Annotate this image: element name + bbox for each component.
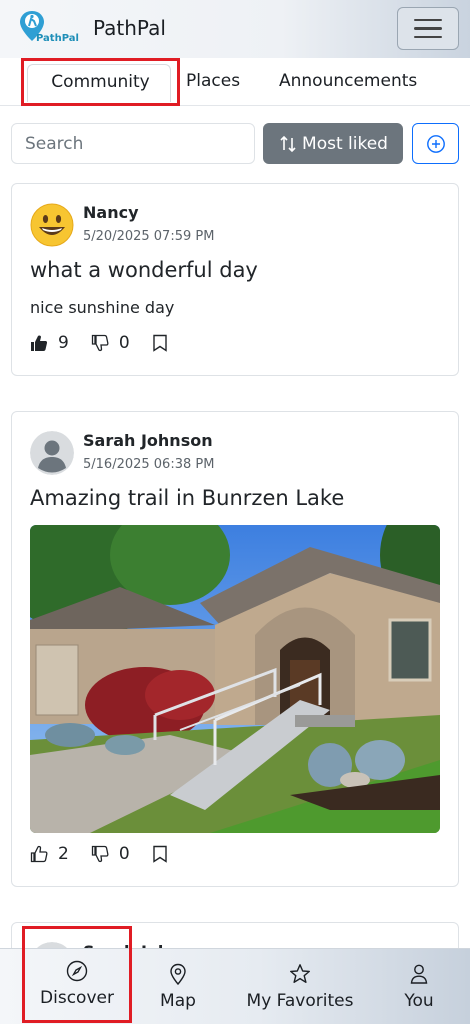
nav-my-favorites[interactable]: My Favorites	[240, 949, 360, 1024]
dislike-button[interactable]: 0	[91, 333, 130, 353]
hamburger-icon	[414, 18, 442, 22]
post-photo[interactable]	[30, 525, 440, 833]
bookmark-icon	[152, 334, 167, 352]
thumbs-up-filled-icon	[31, 335, 48, 351]
bottom-navigation: Discover Map My Favorites You	[0, 926, 470, 1024]
bookmark-button[interactable]	[152, 845, 168, 863]
dislike-button[interactable]: 0	[91, 844, 130, 864]
svg-text:PathPal: PathPal	[36, 33, 79, 44]
nav-label: Discover	[40, 987, 114, 1008]
post-author[interactable]: Sarah Johnson	[83, 431, 213, 450]
tab-bar: Community Places Announcements	[0, 58, 470, 106]
post-card[interactable]: Sarah Johnson 5/16/2025 06:38 PM Amazing…	[11, 411, 459, 887]
post-actions: 9 0	[30, 333, 190, 353]
dislike-count: 0	[118, 844, 130, 864]
smiley-avatar-icon	[30, 203, 74, 247]
hamburger-menu-button[interactable]	[397, 7, 459, 50]
sort-label: Most liked	[302, 133, 388, 154]
app-title: PathPal	[93, 16, 166, 40]
post-title[interactable]: what a wonderful day	[30, 258, 258, 282]
thumbs-down-icon	[91, 845, 109, 863]
post-body: nice sunshine day	[30, 298, 175, 317]
nav-you[interactable]: You	[390, 949, 448, 1024]
post-actions: 2 0	[30, 844, 190, 864]
tab-announcements[interactable]: Announcements	[279, 71, 417, 91]
map-pin-icon	[170, 963, 186, 985]
add-post-button[interactable]	[412, 123, 459, 164]
nav-map[interactable]: Map	[148, 949, 208, 1024]
nav-label: You	[404, 991, 434, 1011]
tab-places[interactable]: Places	[186, 71, 240, 91]
post-date: 5/20/2025 07:59 PM	[83, 229, 215, 244]
post-title[interactable]: Amazing trail in Bunrzen Lake	[30, 486, 344, 510]
nav-discover[interactable]: Discover	[22, 926, 132, 1023]
thumbs-down-icon	[91, 334, 109, 352]
like-button[interactable]: 9	[30, 333, 69, 353]
sort-arrows-icon	[280, 135, 296, 152]
like-count: 9	[58, 333, 69, 353]
like-button[interactable]: 2	[30, 844, 69, 864]
compass-icon	[66, 960, 88, 981]
nav-label: Map	[160, 991, 196, 1011]
tab-label: Community	[51, 72, 150, 92]
search-input[interactable]	[11, 123, 255, 164]
post-date: 5/16/2025 06:38 PM	[83, 457, 215, 472]
star-icon	[290, 964, 310, 983]
plus-circle-icon	[426, 134, 445, 153]
bookmark-button[interactable]	[152, 334, 168, 352]
post-card[interactable]: Nancy 5/20/2025 07:59 PM what a wonderfu…	[11, 183, 459, 376]
like-count: 2	[58, 844, 69, 864]
pathpal-logo: PathPal	[20, 11, 79, 44]
default-user-avatar-icon	[30, 431, 74, 475]
person-icon	[410, 964, 428, 984]
nav-label: My Favorites	[246, 991, 354, 1011]
bookmark-icon	[152, 845, 167, 863]
post-author[interactable]: Nancy	[83, 203, 139, 222]
thumbs-up-icon	[30, 845, 48, 863]
dislike-count: 0	[118, 333, 130, 353]
tab-community[interactable]: Community	[21, 58, 180, 106]
sort-most-liked-button[interactable]: Most liked	[263, 123, 403, 164]
app-header: PathPal PathPal	[0, 0, 470, 58]
